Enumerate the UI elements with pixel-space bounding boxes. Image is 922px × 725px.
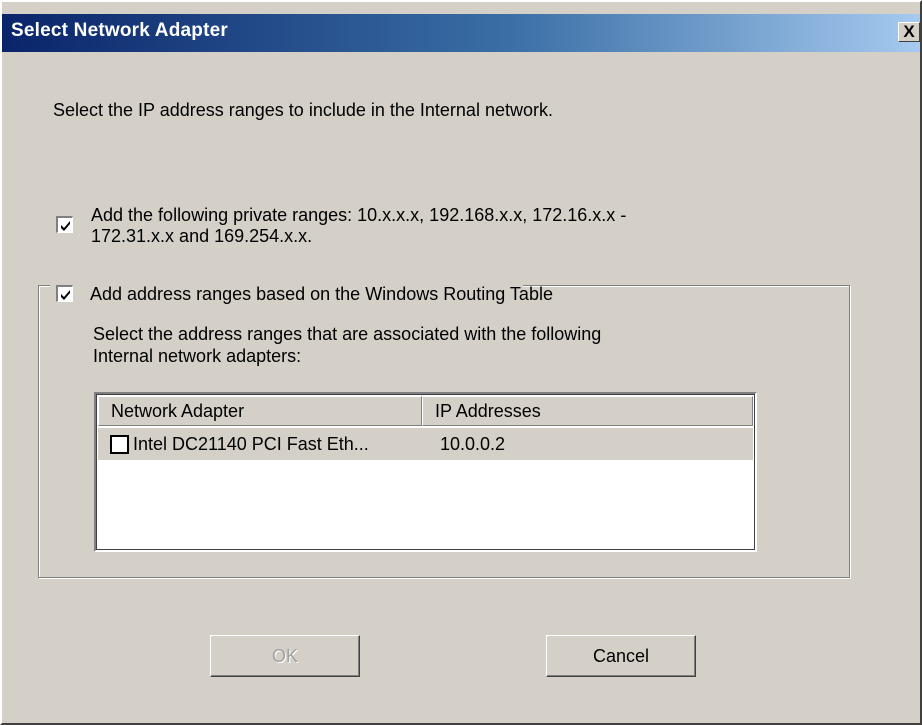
routing-description-line1: Select the address ranges that are assoc… [93,324,602,344]
private-ranges-label-line2: 172.31.x.x and 169.254.x.x. [91,226,313,246]
checkmark-icon [61,290,70,300]
adapter-name-cell: Intel DC21140 PCI Fast Eth... [133,434,369,454]
ok-button[interactable]: OK [210,635,360,677]
close-button[interactable]: X [898,22,920,42]
routing-table-label: Add address ranges based on the Windows … [90,284,553,304]
cancel-button[interactable]: Cancel [546,635,696,677]
private-ranges-checkbox[interactable] [56,216,73,233]
adapter-ip-cell: 10.0.0.2 [440,434,506,454]
routing-table-legend: Add address ranges based on the Windows … [50,282,553,306]
window-title: Select Network Adapter [11,20,228,41]
intro-text: Select the IP address ranges to include … [53,100,553,120]
title-bar[interactable]: Select Network Adapter [2,14,920,52]
column-header-ip-addresses[interactable]: IP Addresses [422,396,753,426]
adapter-list[interactable]: Network Adapter IP Addresses Intel DC211… [94,392,757,552]
table-row[interactable]: Intel DC21140 PCI Fast Eth... 10.0.0.2 [98,428,753,460]
checkmark-icon [61,221,70,231]
routing-description-line2: Internal network adapters: [93,346,302,366]
column-header-network-adapter[interactable]: Network Adapter [98,396,422,426]
dialog-window: Select Network Adapter X Select the IP a… [0,0,922,725]
adapter-row-checkbox[interactable] [110,435,129,454]
routing-table-checkbox[interactable] [56,285,73,302]
